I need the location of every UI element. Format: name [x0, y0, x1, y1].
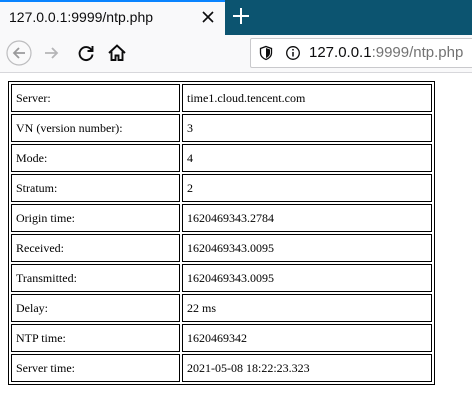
row-label: Stratum:: [11, 174, 180, 202]
row-label: VN (version number):: [11, 114, 180, 142]
url-path: :9999/ntp.php: [371, 44, 464, 61]
row-value: 1620469343.0095: [182, 234, 432, 262]
url-text[interactable]: 127.0.0.1:9999/ntp.php: [309, 44, 463, 61]
row-label: Origin time:: [11, 204, 180, 232]
table-row: Delay: 22 ms: [11, 294, 432, 322]
table-row: Origin time: 1620469343.2784: [11, 204, 432, 232]
row-label: Received:: [11, 234, 180, 262]
row-label: Server:: [11, 84, 180, 112]
tab-active[interactable]: 127.0.0.1:9999/ntp.php: [0, 0, 225, 35]
table-row: Mode: 4: [11, 144, 432, 172]
row-value: 1620469343.0095: [182, 264, 432, 292]
table-row: Received: 1620469343.0095: [11, 234, 432, 262]
home-icon[interactable]: [104, 40, 130, 66]
navigation-bar: 127.0.0.1:9999/ntp.php: [0, 35, 472, 73]
table-row: Server time: 2021-05-08 18:22:23.323: [11, 354, 432, 382]
ntp-info-table: Server: time1.cloud.tencent.com VN (versio…: [8, 81, 435, 385]
page-content: Server: time1.cloud.tencent.com VN (versio…: [0, 73, 472, 416]
row-value: 1620469343.2784: [182, 204, 432, 232]
table-row: Transmitted: 1620469343.0095: [11, 264, 432, 292]
forward-arrow-icon[interactable]: [39, 40, 65, 66]
row-label: Transmitted:: [11, 264, 180, 292]
url-bar[interactable]: 127.0.0.1:9999/ntp.php: [250, 38, 472, 68]
plus-icon[interactable]: [230, 5, 252, 27]
tab-strip: 127.0.0.1:9999/ntp.php: [0, 0, 472, 35]
tab-title: 127.0.0.1:9999/ntp.php: [9, 9, 154, 25]
back-arrow-icon[interactable]: [6, 40, 32, 66]
table-row: Stratum: 2: [11, 174, 432, 202]
shield-icon[interactable]: [258, 45, 274, 61]
row-label: Server time:: [11, 354, 180, 382]
row-value: 4: [182, 144, 432, 172]
row-value: 22 ms: [182, 294, 432, 322]
row-value: 2: [182, 174, 432, 202]
table-row: Server: time1.cloud.tencent.com: [11, 84, 432, 112]
row-label: NTP time:: [11, 324, 180, 352]
table-row: VN (version number): 3: [11, 114, 432, 142]
url-host: 127.0.0.1: [309, 44, 372, 61]
info-icon[interactable]: [285, 45, 301, 61]
row-value: 1620469342: [182, 324, 432, 352]
reload-icon[interactable]: [73, 40, 99, 66]
table-row: NTP time: 1620469342: [11, 324, 432, 352]
row-value: time1.cloud.tencent.com: [182, 84, 432, 112]
row-value: 3: [182, 114, 432, 142]
row-label: Delay:: [11, 294, 180, 322]
close-icon[interactable]: [200, 9, 216, 25]
row-label: Mode:: [11, 144, 180, 172]
row-value: 2021-05-08 18:22:23.323: [182, 354, 432, 382]
